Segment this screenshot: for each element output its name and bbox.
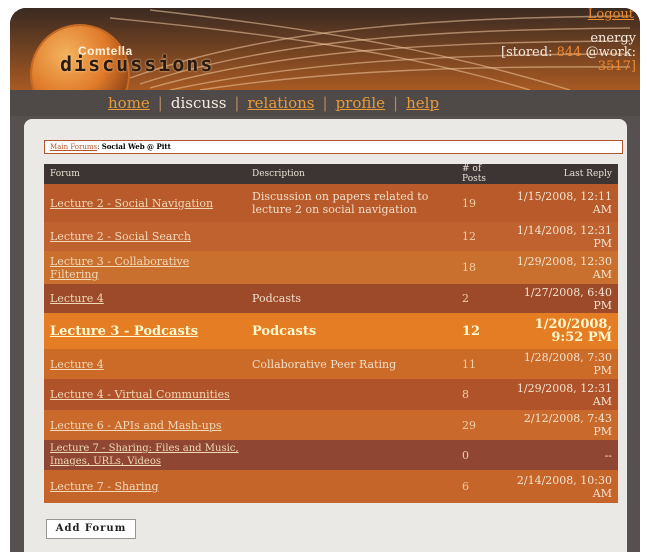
posts-cell: 2 [462, 292, 469, 305]
forum-cell: Lecture 4 [44, 284, 246, 313]
posts-cell: 8 [462, 388, 469, 401]
posts-cell: 12 [462, 230, 476, 243]
posts-cell: 19 [462, 196, 476, 210]
add-forum-button[interactable]: Add Forum [46, 519, 136, 539]
posts-cell: 6 [462, 480, 469, 493]
posts-cell: 11 [462, 357, 476, 371]
nav-relations[interactable]: relations [247, 94, 314, 112]
forum-link[interactable]: Lecture 2 - Social Navigation [50, 197, 213, 210]
forum-link[interactable]: Lecture 7 - Sharing [50, 480, 159, 493]
description-cell [246, 470, 456, 503]
logo-discussions: discussions [60, 52, 215, 76]
nav-links: home | discuss | relations | profile | help [108, 94, 439, 112]
last-reply-cell: 1/28/2008, 7:30 PM [523, 351, 612, 377]
table-row: Lecture 4 Collaborative Peer Rating 11 1… [44, 349, 618, 379]
table-row: Lecture 4 - Virtual Communities 8 1/29/2… [44, 379, 618, 410]
header-banner: Comtella discussions Logout energy [stor… [10, 8, 640, 90]
table-row: Lecture 2 - Social Navigation Discussion… [44, 184, 618, 222]
forum-link[interactable]: Lecture 6 - APIs and Mash-ups [50, 419, 222, 432]
table-header-row: Forum Description # of Posts Last Reply [44, 164, 618, 184]
last-reply-cell: 2/14/2008, 10:30 AM [516, 473, 612, 500]
last-reply-cell: 1/14/2008, 12:31 PM [516, 223, 612, 250]
description-cell: Podcasts [252, 323, 317, 339]
forum-cell: Lecture 7 - Sharing [44, 470, 246, 503]
last-reply-cell: 1/27/2008, 6:40 PM [523, 285, 612, 312]
forum-cell: Lecture 2 - Social Search [44, 222, 246, 251]
forum-link[interactable]: Lecture 4 [50, 358, 104, 371]
breadcrumb: Main Forums: Social Web @ Pitt [44, 140, 623, 154]
header-last-reply: Last Reply [506, 164, 618, 184]
posts-cell: 12 [462, 323, 481, 339]
nav-home[interactable]: home [108, 94, 150, 112]
description-cell [246, 440, 456, 470]
forum-cell: Lecture 7 - Sharing: Files and Music, Im… [44, 440, 246, 470]
logout-link[interactable]: Logout [588, 8, 634, 22]
table-row: Lecture 4 Podcasts 2 1/27/2008, 6:40 PM [44, 284, 618, 313]
forum-table: Forum Description # of Posts Last Reply … [44, 164, 618, 503]
user-name: energy [590, 31, 636, 46]
forum-cell: Lecture 3 - Podcasts [44, 313, 246, 349]
last-reply-cell: 1/20/2008, 9:52 PM [534, 317, 612, 345]
posts-cell: 18 [462, 261, 476, 274]
forum-link[interactable]: Lecture 4 [50, 292, 104, 305]
nav-separator: | [234, 94, 240, 112]
nav-separator: | [157, 94, 163, 112]
table-row: Lecture 3 - Collaborative Filtering 18 1… [44, 251, 618, 284]
description-cell: Discussion on papers related to lecture … [252, 190, 429, 216]
work-label: @work: [585, 45, 636, 60]
last-reply-cell: 1/29/2008, 12:31 AM [516, 381, 612, 408]
main-nav: home | discuss | relations | profile | help [10, 90, 640, 116]
nav-help[interactable]: help [406, 94, 439, 112]
posts-cell: 29 [462, 418, 476, 432]
forum-cell: Lecture 4 - Virtual Communities [44, 379, 246, 410]
user-stats: [stored: 844 @work: [501, 46, 636, 60]
stored-value: 844 [556, 45, 582, 60]
app-frame: Comtella discussions Logout energy [stor… [10, 8, 640, 552]
last-reply-cell: 1/29/2008, 12:30 AM [516, 254, 612, 281]
forum-cell: Lecture 3 - Collaborative Filtering [44, 251, 246, 284]
description-cell: Podcasts [252, 292, 302, 305]
breadcrumb-separator: : [97, 143, 100, 151]
table-row: Lecture 2 - Social Search 12 1/14/2008, … [44, 222, 618, 251]
last-reply-cell: 1/15/2008, 12:11 AM [516, 190, 612, 216]
last-reply-cell: -- [604, 448, 612, 462]
forum-link[interactable]: Lecture 2 - Social Search [50, 230, 191, 243]
work-value: 3517] [597, 59, 636, 74]
description-cell: Collaborative Peer Rating [252, 357, 397, 371]
forum-link[interactable]: Lecture 4 - Virtual Communities [50, 388, 230, 401]
forum-cell: Lecture 2 - Social Navigation [44, 184, 246, 222]
last-reply-cell: 2/12/2008, 7:43 PM [523, 412, 612, 438]
header-posts: # of Posts [456, 164, 506, 184]
description-cell [246, 222, 456, 251]
description-cell [246, 379, 456, 410]
stored-label: [stored: [501, 45, 553, 60]
table-row-highlighted: Lecture 3 - Podcasts Podcasts 12 1/20/20… [44, 313, 618, 349]
user-info: energy [stored: 844 @work: 3517] [501, 32, 636, 74]
table-row: Lecture 7 - Sharing 6 2/14/2008, 10:30 A… [44, 470, 618, 503]
nav-profile[interactable]: profile [336, 94, 385, 112]
description-cell [246, 251, 456, 284]
breadcrumb-current: Social Web @ Pitt [101, 142, 171, 151]
forum-cell: Lecture 6 - APIs and Mash-ups [44, 410, 246, 440]
header-forum: Forum [44, 164, 246, 184]
forum-link[interactable]: Lecture 3 - Collaborative Filtering [50, 255, 189, 281]
header-description: Description [246, 164, 456, 184]
content-panel: Main Forums: Social Web @ Pitt Forum Des… [24, 119, 627, 552]
description-cell [246, 410, 456, 440]
nav-discuss[interactable]: discuss [171, 94, 227, 112]
forum-link[interactable]: Lecture 7 - Sharing: Files and Music, Im… [50, 443, 239, 467]
posts-cell: 0 [462, 448, 469, 462]
breadcrumb-main-forums[interactable]: Main Forums [50, 143, 97, 151]
table-row: Lecture 6 - APIs and Mash-ups 29 2/12/20… [44, 410, 618, 440]
forum-link[interactable]: Lecture 3 - Podcasts [50, 324, 198, 339]
table-row: Lecture 7 - Sharing: Files and Music, Im… [44, 440, 618, 470]
nav-separator: | [322, 94, 328, 112]
forum-cell: Lecture 4 [44, 349, 246, 379]
nav-separator: | [393, 94, 399, 112]
